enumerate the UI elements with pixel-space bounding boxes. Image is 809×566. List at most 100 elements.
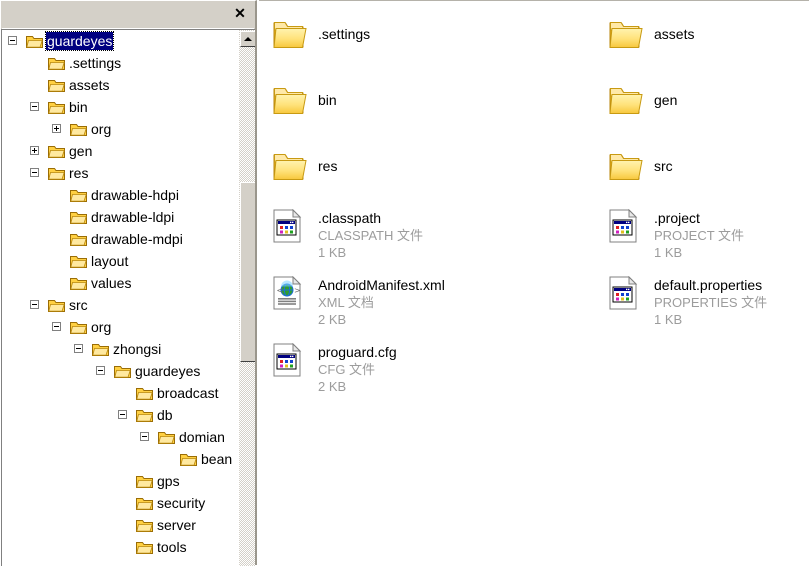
tree-node-drawable-ldpi[interactable]: drawable-ldpi [2,206,238,228]
item-text-block: src [654,151,673,175]
file-item[interactable]: < > AndroidManifest.xml XML 文档 2 KB [273,275,445,328]
tree-node-gen[interactable]: gen [2,140,238,162]
tree-node-label[interactable]: values [90,274,132,292]
tree-node-label[interactable]: layout [90,252,129,270]
tree-node-bean[interactable]: bean [2,448,238,470]
folder-item[interactable]: assets [609,19,694,53]
tree-node-src[interactable]: src [2,294,238,316]
tree-collapse-icon[interactable] [30,102,39,111]
tree-collapse-icon[interactable] [74,344,83,353]
tree-node-org[interactable]: org [2,316,238,338]
item-text-block: .settings [318,19,370,43]
close-icon[interactable]: ✕ [232,6,248,22]
folder-icon [92,342,109,356]
tree-collapse-icon[interactable] [118,410,127,419]
tree-collapse-icon[interactable] [30,300,39,309]
tree-node-values[interactable]: values [2,272,238,294]
item-size: 1 KB [318,245,347,260]
generic-file-icon [273,342,307,377]
folder-item[interactable]: res [273,151,337,185]
tree-node-label[interactable]: org [90,120,112,138]
scroll-up-button[interactable] [240,31,255,47]
tree-node-res[interactable]: res [2,162,238,184]
tree-node-drawable-hdpi[interactable]: drawable-hdpi [2,184,238,206]
tree-node-label[interactable]: assets [68,76,110,94]
tree-node-label[interactable]: gen [68,142,93,160]
tree-expand-icon[interactable] [52,124,61,133]
tree-node-label[interactable]: res [68,164,89,182]
scrollbar-thumb[interactable] [240,182,255,362]
tree-node-domian[interactable]: domian [2,426,238,448]
tree-node-label[interactable]: domian [178,428,226,446]
folder-icon [70,320,87,334]
tree-node-label[interactable]: drawable-mdpi [90,230,184,248]
item-name[interactable]: bin [318,92,337,109]
tree-node-broadcast[interactable]: broadcast [2,382,238,404]
item-name[interactable]: gen [654,92,677,109]
folder-tree[interactable]: guardeyes .settings assets bin org gen res draw… [2,30,238,566]
folder-icon [609,151,643,185]
folder-item[interactable]: bin [273,85,337,119]
item-name[interactable]: .project [654,210,744,227]
file-item[interactable]: .project PROJECT 文件 1 KB [609,208,744,261]
item-name[interactable]: default.properties [654,277,767,294]
item-name[interactable]: proguard.cfg [318,344,397,361]
tree-node-label[interactable]: .settings [68,54,122,72]
tree-node-label[interactable]: bin [68,98,89,116]
tree-node--settings[interactable]: .settings [2,52,238,74]
item-text-block: gen [654,85,677,109]
tree-node-org[interactable]: org [2,118,238,140]
folder-item[interactable]: gen [609,85,677,119]
item-name[interactable]: res [318,158,337,175]
file-list-pane[interactable]: .settings assets bin gen res src .classpath CLA… [259,0,809,565]
folder-item[interactable]: src [609,151,673,185]
item-name[interactable]: AndroidManifest.xml [318,277,445,294]
tree-node-guardeyes[interactable]: guardeyes [2,360,238,382]
tree-node-label[interactable]: zhongsi [112,340,162,358]
tree-node-label[interactable]: gps [156,472,181,490]
file-item[interactable]: default.properties PROPERTIES 文件 1 KB [609,275,768,328]
item-name[interactable]: .classpath [318,210,423,227]
tree-node-label[interactable]: src [68,296,89,314]
tree-node-label[interactable]: bean [200,450,233,468]
generic-file-icon [273,208,307,243]
folder-item[interactable]: .settings [273,19,370,53]
tree-node-label[interactable]: db [156,406,174,424]
tree-collapse-icon[interactable] [30,168,39,177]
tree-node-label[interactable]: guardeyes [134,362,201,380]
tree-node-gps[interactable]: gps [2,470,238,492]
tree-node-zhongsi[interactable]: zhongsi [2,338,238,360]
tree-node-label[interactable]: drawable-ldpi [90,208,175,226]
file-item[interactable]: .classpath CLASSPATH 文件 1 KB [273,208,423,261]
item-name[interactable]: assets [654,26,694,43]
tree-collapse-icon[interactable] [8,36,17,45]
tree-node-drawable-mdpi[interactable]: drawable-mdpi [2,228,238,250]
tree-node-server[interactable]: server [2,514,238,536]
tree-node-assets[interactable]: assets [2,74,238,96]
tree-node-bin[interactable]: bin [2,96,238,118]
tree-node-label[interactable]: guardeyes [44,31,115,51]
tree-vertical-scrollbar[interactable] [238,30,255,566]
tree-node-db[interactable]: db [2,404,238,426]
tree-expand-icon[interactable] [30,146,39,155]
item-type: PROPERTIES 文件 [654,295,768,310]
tree-collapse-icon[interactable] [96,366,105,375]
item-name[interactable]: .settings [318,26,370,43]
tree-node-label[interactable]: drawable-hdpi [90,186,180,204]
item-name[interactable]: src [654,158,673,175]
folder-icon [70,254,87,268]
item-text-block: assets [654,19,694,43]
tree-node-label[interactable]: server [156,516,197,534]
tree-node-label[interactable]: security [156,494,206,512]
tree-collapse-icon[interactable] [140,432,149,441]
tree-node-security[interactable]: security [2,492,238,514]
tree-node-layout[interactable]: layout [2,250,238,272]
tree-node-guardeyes[interactable]: guardeyes [2,30,238,52]
folder-icon [48,298,65,312]
tree-node-label[interactable]: tools [156,538,188,556]
file-item[interactable]: proguard.cfg CFG 文件 2 KB [273,342,397,395]
tree-node-tools[interactable]: tools [2,536,238,558]
tree-collapse-icon[interactable] [52,322,61,331]
tree-node-label[interactable]: broadcast [156,384,219,402]
tree-node-label[interactable]: org [90,318,112,336]
